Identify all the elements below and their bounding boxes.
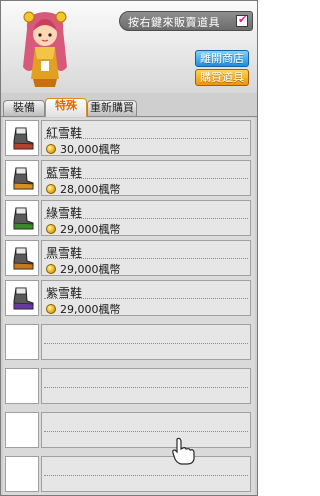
item-price: 29,000楓幣	[46, 301, 121, 317]
item-price-text: 29,000楓幣	[60, 263, 121, 276]
empty-info	[41, 324, 251, 360]
empty-icon-slot[interactable]	[5, 456, 39, 492]
item-icon-slot[interactable]	[5, 240, 39, 276]
snow-shoe-icon	[13, 167, 34, 190]
item-price-text: 30,000楓幣	[60, 143, 121, 156]
item-info: 紫雪鞋 29,000楓幣	[41, 280, 251, 316]
meso-coin-icon	[46, 224, 56, 234]
item-row[interactable]: 紅雪鞋 30,000楓幣	[3, 118, 253, 158]
empty-info	[41, 456, 251, 492]
shop-window: 按右鍵來販賣道具 ✔ 離開商店 購買道具 裝備 特殊 重新購買 紅雪鞋 30,0…	[0, 0, 258, 496]
empty-icon-slot[interactable]	[5, 368, 39, 404]
item-info: 紅雪鞋 30,000楓幣	[41, 120, 251, 156]
tab-rebuy[interactable]: 重新購買	[87, 100, 137, 116]
item-price: 30,000楓幣	[46, 141, 121, 157]
checkmark-icon: ✔	[238, 13, 248, 26]
row-divider	[44, 178, 248, 179]
item-price-text: 29,000楓幣	[60, 223, 121, 236]
row-divider	[44, 475, 248, 476]
snow-shoe-icon	[13, 287, 34, 310]
item-row[interactable]: 黑雪鞋 29,000楓幣	[3, 238, 253, 278]
npc-portrait	[23, 11, 67, 87]
item-price-text: 29,000楓幣	[60, 303, 121, 316]
empty-row[interactable]	[3, 454, 253, 494]
row-divider	[44, 298, 248, 299]
row-divider	[44, 343, 248, 344]
meso-coin-icon	[46, 304, 56, 314]
meso-coin-icon	[46, 184, 56, 194]
snow-shoe-icon	[13, 247, 34, 270]
shop-header: 按右鍵來販賣道具 ✔ 離開商店 購買道具	[1, 1, 257, 93]
empty-row[interactable]	[3, 410, 253, 450]
item-icon-slot[interactable]	[5, 200, 39, 236]
empty-row[interactable]	[3, 366, 253, 406]
snow-shoe-icon	[13, 127, 34, 150]
row-divider	[44, 431, 248, 432]
empty-info	[41, 412, 251, 448]
item-info: 綠雪鞋 29,000楓幣	[41, 200, 251, 236]
item-price: 29,000楓幣	[46, 221, 121, 237]
empty-icon-slot[interactable]	[5, 324, 39, 360]
row-divider	[44, 218, 248, 219]
sell-on-right-click-checkbox[interactable]: ✔	[236, 13, 248, 27]
buy-item-button[interactable]: 購買道具	[195, 69, 249, 86]
row-divider	[44, 258, 248, 259]
item-price-text: 28,000楓幣	[60, 183, 121, 196]
item-info: 黑雪鞋 29,000楓幣	[41, 240, 251, 276]
item-icon-slot[interactable]	[5, 120, 39, 156]
row-divider	[44, 387, 248, 388]
item-price: 29,000楓幣	[46, 261, 121, 277]
sell-on-right-click-label: 按右鍵來販賣道具	[128, 16, 220, 29]
item-list: 紅雪鞋 30,000楓幣 藍雪鞋 28,000楓幣 綠雪鞋 29,000楓幣 黑…	[3, 118, 255, 495]
item-icon-slot[interactable]	[5, 280, 39, 316]
leave-shop-button[interactable]: 離開商店	[195, 50, 249, 67]
snow-shoe-icon	[13, 207, 34, 230]
category-tabs: 裝備 特殊 重新購買	[1, 93, 257, 117]
tab-special[interactable]: 特殊	[45, 98, 87, 117]
hand-cursor-icon	[172, 437, 195, 465]
item-icon-slot[interactable]	[5, 160, 39, 196]
empty-icon-slot[interactable]	[5, 412, 39, 448]
empty-info	[41, 368, 251, 404]
empty-row[interactable]	[3, 322, 253, 362]
sell-on-right-click-toggle[interactable]: 按右鍵來販賣道具 ✔	[119, 11, 253, 31]
meso-coin-icon	[46, 144, 56, 154]
item-row[interactable]: 綠雪鞋 29,000楓幣	[3, 198, 253, 238]
meso-coin-icon	[46, 264, 56, 274]
row-divider	[44, 138, 248, 139]
item-row[interactable]: 藍雪鞋 28,000楓幣	[3, 158, 253, 198]
item-info: 藍雪鞋 28,000楓幣	[41, 160, 251, 196]
item-row[interactable]: 紫雪鞋 29,000楓幣	[3, 278, 253, 318]
item-price: 28,000楓幣	[46, 181, 121, 197]
tab-equip[interactable]: 裝備	[3, 100, 45, 116]
